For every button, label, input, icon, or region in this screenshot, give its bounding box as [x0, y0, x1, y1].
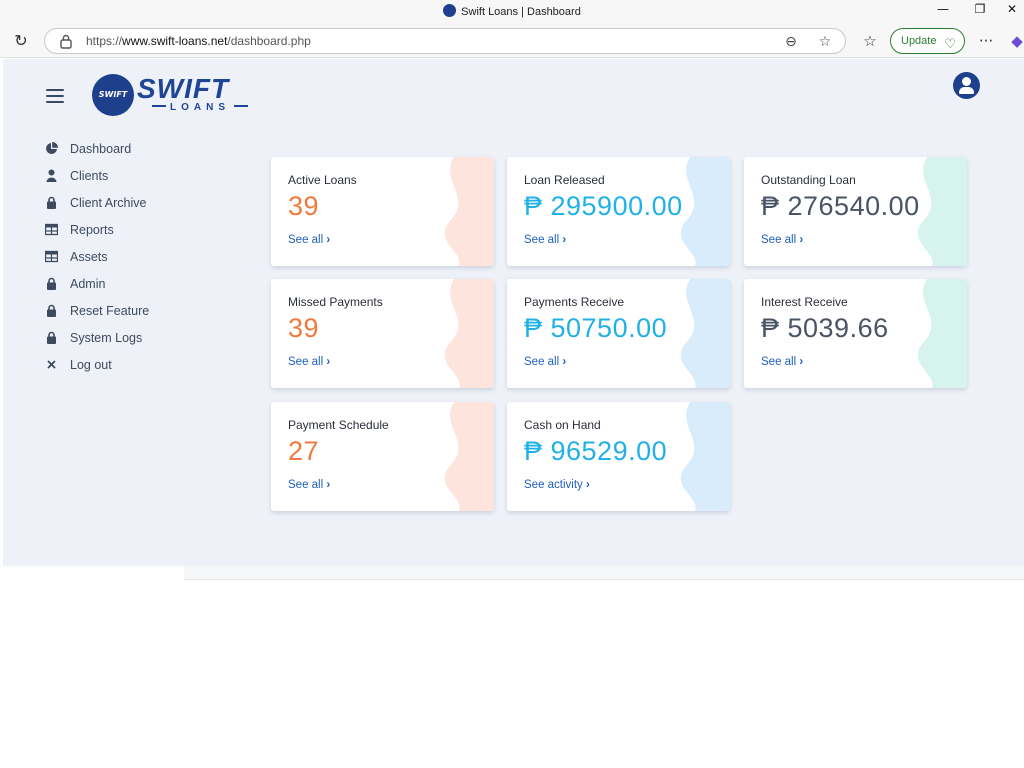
card-wave-decoration: [680, 279, 730, 388]
logo-subtitle: LOANS: [148, 102, 252, 113]
update-label: Update: [901, 35, 937, 47]
card-title: Active Loans: [288, 173, 357, 187]
table-icon: [45, 250, 58, 263]
card-value: 39: [288, 313, 320, 343]
card-interest-receive: Interest Receive ₱ 5039.66 See all: [744, 279, 967, 388]
more-menu-icon[interactable]: ···: [975, 30, 997, 52]
minimize-button[interactable]: —: [928, 2, 958, 20]
url-text[interactable]: https://www.swift-loans.net/dashboard.ph…: [86, 34, 311, 48]
sidebar-item-assets[interactable]: Assets: [45, 247, 245, 274]
card-wave-decoration: [444, 402, 494, 511]
card-title: Cash on Hand: [524, 418, 601, 432]
card-title: Payment Schedule: [288, 418, 389, 432]
card-wave-decoration: [444, 157, 494, 266]
copilot-icon[interactable]: ◆: [1006, 30, 1024, 52]
favorites-list-icon[interactable]: ☆: [859, 30, 881, 52]
see-all-link[interactable]: See all: [761, 234, 803, 246]
site-favicon-icon: [443, 4, 457, 17]
sidebar-item-reports[interactable]: Reports: [45, 220, 245, 247]
reader-options-icon[interactable]: ⊖: [782, 33, 800, 51]
dashboard-page: SWIFT SWIFT LOANS Dashboard Clients Clie…: [3, 59, 1024, 566]
sidebar-item-label: Reset Feature: [70, 304, 150, 318]
lock-icon: [47, 331, 56, 344]
sidebar-item-label: Assets: [70, 250, 108, 264]
swift-loans-logo[interactable]: SWIFT SWIFT LOANS: [92, 73, 252, 118]
sidebar-item-label: Reports: [70, 223, 114, 237]
lock-icon: [47, 196, 56, 209]
menu-toggle-icon[interactable]: [46, 89, 64, 103]
user-avatar-icon[interactable]: [953, 72, 980, 99]
address-bar[interactable]: https://www.swift-loans.net/dashboard.ph…: [44, 28, 846, 54]
card-wave-decoration: [444, 279, 494, 388]
sidebar-item-label: Log out: [70, 358, 112, 372]
sidebar-item-label: Clients: [70, 169, 109, 183]
card-value: ₱ 276540.00: [761, 191, 920, 221]
card-title: Loan Released: [524, 173, 605, 187]
card-title: Payments Receive: [524, 295, 625, 309]
lock-icon: [47, 277, 56, 290]
close-icon: [47, 360, 56, 369]
window-title-text: Swift Loans | Dashboard: [461, 6, 581, 18]
update-button[interactable]: Update ♡: [890, 28, 965, 54]
card-title: Outstanding Loan: [761, 173, 856, 187]
sidebar-item-admin[interactable]: Admin: [45, 274, 245, 301]
sidebar-item-label: Client Archive: [70, 196, 147, 210]
sidebar-item-label: Admin: [70, 277, 106, 291]
sidebar-item-clients[interactable]: Clients: [45, 166, 245, 193]
restore-button[interactable]: ❐: [965, 2, 995, 20]
heart-icon: ♡: [944, 36, 956, 51]
close-window-button[interactable]: ✕: [997, 2, 1024, 20]
see-all-link[interactable]: See all: [288, 479, 330, 491]
card-title: Interest Receive: [761, 295, 848, 309]
sidebar-item-reset-feature[interactable]: Reset Feature: [45, 301, 245, 328]
card-value: ₱ 295900.00: [524, 191, 683, 221]
see-activity-link[interactable]: See activity: [524, 479, 590, 491]
logo-word: SWIFT: [137, 73, 230, 104]
sidebar-item-label: System Logs: [70, 331, 143, 345]
url-host: www.swift-loans.net: [122, 34, 228, 48]
card-value: 39: [288, 191, 320, 221]
card-value: ₱ 96529.00: [524, 436, 668, 466]
card-value: ₱ 50750.00: [524, 313, 668, 343]
card-payment-schedule: Payment Schedule 27 See all: [271, 402, 494, 511]
page-footer-strip: [184, 566, 1024, 580]
card-wave-decoration: [917, 279, 967, 388]
sidebar-nav: Dashboard Clients Client Archive Reports…: [45, 139, 245, 382]
window-title: Swift Loans | Dashboard: [0, 4, 1024, 18]
lock-icon[interactable]: [59, 33, 73, 49]
card-outstanding-loan: Outstanding Loan ₱ 276540.00 See all: [744, 157, 967, 266]
favorite-star-icon[interactable]: ☆: [816, 33, 834, 51]
url-prefix: https://: [86, 34, 123, 48]
see-all-link[interactable]: See all: [761, 356, 803, 368]
see-all-link[interactable]: See all: [524, 356, 566, 368]
card-title: Missed Payments: [288, 295, 383, 309]
reload-icon[interactable]: ↻: [10, 30, 32, 52]
card-cash-on-hand: Cash on Hand ₱ 96529.00 See activity: [507, 402, 730, 511]
card-payments-receive: Payments Receive ₱ 50750.00 See all: [507, 279, 730, 388]
table-icon: [45, 223, 58, 236]
user-icon: [46, 169, 57, 182]
card-missed-payments: Missed Payments 39 See all: [271, 279, 494, 388]
card-loan-released: Loan Released ₱ 295900.00 See all: [507, 157, 730, 266]
card-value: 27: [288, 436, 320, 466]
see-all-link[interactable]: See all: [288, 356, 330, 368]
window-titlebar: Swift Loans | Dashboard — ❐ ✕: [0, 0, 1024, 24]
sidebar-item-system-logs[interactable]: System Logs: [45, 328, 245, 355]
card-active-loans: Active Loans 39 See all: [271, 157, 494, 266]
sidebar-item-client-archive[interactable]: Client Archive: [45, 193, 245, 220]
see-all-link[interactable]: See all: [288, 234, 330, 246]
url-path: /dashboard.php: [227, 34, 311, 48]
pie-chart-icon: [46, 142, 58, 154]
sidebar-item-label: Dashboard: [70, 142, 132, 156]
logo-badge: SWIFT: [92, 74, 134, 116]
card-wave-decoration: [680, 402, 730, 511]
sidebar-item-log-out[interactable]: Log out: [45, 355, 245, 382]
lock-icon: [47, 304, 56, 317]
see-all-link[interactable]: See all: [524, 234, 566, 246]
card-value: ₱ 5039.66: [761, 313, 889, 343]
browser-toolbar: ↻ https://www.swift-loans.net/dashboard.…: [0, 24, 1024, 58]
sidebar-item-dashboard[interactable]: Dashboard: [45, 139, 245, 166]
